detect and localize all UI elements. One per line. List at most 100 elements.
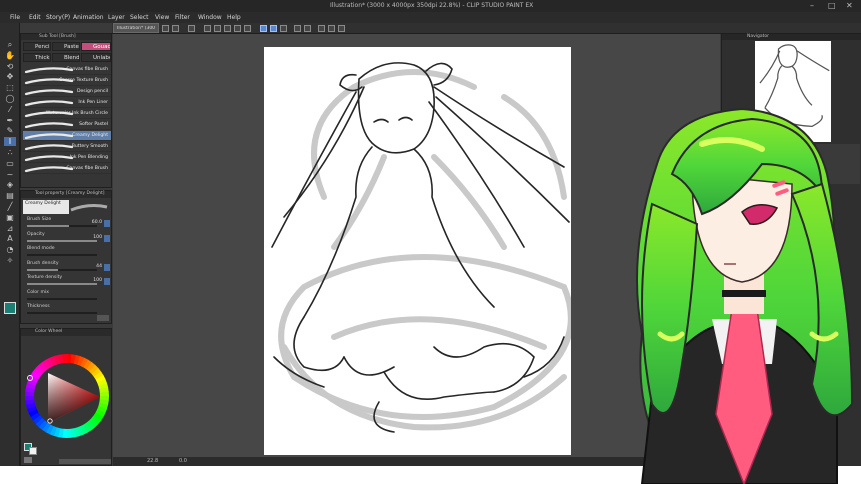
text-icon[interactable]: A	[4, 234, 16, 243]
crop-icon[interactable]	[234, 25, 241, 32]
sub-tool-panel: Sub Tool [Brush] Pencil Pastel Gouache T…	[20, 33, 112, 188]
tab-pastel[interactable]: Pastel	[52, 42, 80, 51]
correct-line-icon[interactable]: ✧	[4, 256, 16, 265]
brush-list-item[interactable]: Canvas fibe Brush	[23, 65, 111, 75]
invert-icon[interactable]	[224, 25, 231, 32]
brush-name-label: Coarse Texture Brush	[59, 78, 108, 83]
brush-list-item[interactable]: Ink Pen Liner	[23, 98, 111, 108]
gradient-icon[interactable]: ▤	[4, 191, 16, 200]
ruler-icon[interactable]: ⊿	[4, 224, 16, 233]
property-slider[interactable]	[27, 225, 97, 227]
brush-list-item[interactable]: Watercolor Ink Brush Circle	[23, 109, 111, 119]
brush-preview: Creamy Delight	[23, 200, 69, 214]
deselect-icon[interactable]	[214, 25, 221, 32]
menu-edit[interactable]: Edit	[29, 14, 41, 21]
property-settings-icon[interactable]	[97, 315, 109, 321]
property-row[interactable]: Opacity 100	[23, 232, 111, 245]
brush-icon[interactable]: ⅼ	[4, 137, 16, 147]
lasso-icon[interactable]: ◯	[4, 94, 16, 103]
property-toggle-icon[interactable]	[104, 263, 110, 271]
menu-select[interactable]: Select	[130, 14, 149, 21]
airbrush-icon[interactable]: ∴	[4, 148, 16, 157]
brush-name-label: Ink Pen Liner	[78, 100, 108, 105]
menu-view[interactable]: View	[155, 14, 169, 21]
hand-icon[interactable]: ✋	[4, 51, 16, 60]
menu-layer[interactable]: Layer	[108, 14, 125, 21]
frame-border-icon[interactable]	[338, 25, 345, 32]
tab-pencil[interactable]: Pencil	[23, 42, 51, 51]
symmetry-icon[interactable]	[318, 25, 325, 32]
snap-icon[interactable]	[270, 25, 277, 32]
brush-list-item[interactable]: Design pencil	[23, 87, 111, 97]
property-label: Brush Size	[27, 217, 52, 222]
close-button[interactable]: ✕	[846, 1, 853, 10]
figure-icon[interactable]: ╱	[4, 202, 16, 211]
pencil-icon[interactable]: ✎	[4, 126, 16, 135]
property-row[interactable]: Brush Size 60.0	[23, 217, 111, 230]
vtuber-avatar	[636, 107, 854, 484]
property-slider[interactable]	[27, 239, 97, 242]
rotate-icon[interactable]: ⟲	[4, 62, 16, 71]
sketch-drawing	[271, 62, 574, 433]
stabilization-icon[interactable]	[260, 25, 267, 32]
minimize-button[interactable]: –	[810, 1, 814, 10]
menu-help[interactable]: Help	[227, 14, 241, 21]
drawing-paper[interactable]	[264, 47, 574, 455]
property-slider[interactable]	[27, 297, 97, 300]
brush-list-item[interactable]: Buttery Smooth	[23, 142, 111, 152]
menu-animation[interactable]: Animation	[73, 14, 104, 21]
menu-window[interactable]: Window	[198, 14, 222, 21]
property-toggle-icon[interactable]	[104, 220, 110, 227]
property-slider[interactable]	[27, 283, 97, 285]
brush-list-item[interactable]: Softer Pastel	[23, 120, 111, 130]
property-row[interactable]: Brush density 44	[23, 261, 111, 274]
property-slider[interactable]	[27, 312, 97, 314]
brush-list-item[interactable]: Canvas fibe Brush	[23, 164, 111, 174]
maximize-button[interactable]: □	[828, 1, 836, 10]
window-title: Illustration* (3000 x 4000px 350dpi 22.8…	[330, 2, 534, 9]
undo-icon[interactable]	[162, 25, 169, 32]
menu-file[interactable]: File	[10, 14, 20, 21]
blend-icon[interactable]: ~	[4, 170, 16, 179]
property-toggle-icon[interactable]	[104, 278, 110, 285]
sub-color-swatch[interactable]	[29, 447, 37, 455]
property-slider[interactable]	[27, 268, 97, 271]
menu-filter[interactable]: Filter	[175, 14, 190, 21]
guide-icon[interactable]	[304, 25, 311, 32]
brush-stroke-icon	[24, 122, 74, 129]
brush-list-item[interactable]: Coarse Texture Brush	[23, 76, 111, 86]
tab-unlabeled[interactable]: Unlabeled	[81, 53, 111, 62]
frame-icon[interactable]: ▣	[4, 213, 16, 222]
sub-tool-panel-header: Sub Tool [Brush]	[21, 34, 111, 40]
brush-list-item[interactable]: Creamy Delight	[23, 131, 111, 141]
brush-list-item[interactable]: Ink Pen Blending	[23, 153, 111, 163]
tool-color-swatch[interactable]	[4, 302, 16, 314]
eraser-icon[interactable]: ▭	[4, 159, 16, 168]
ruler-snap-icon[interactable]	[280, 25, 287, 32]
property-toggle-icon[interactable]	[104, 234, 110, 242]
transform-icon[interactable]	[204, 25, 211, 32]
grid-icon[interactable]	[294, 25, 301, 32]
transparent-swatch[interactable]	[24, 457, 32, 463]
redo-icon[interactable]	[172, 25, 179, 32]
property-slider[interactable]	[27, 254, 97, 256]
tab-blend[interactable]: Blend	[52, 53, 80, 62]
canvas-tab[interactable]: Illustration* (3000 x 4000px 350dpi 22.8…	[113, 23, 159, 33]
select-icon[interactable]: ⬚	[4, 83, 16, 92]
color-wheel[interactable]	[22, 351, 112, 441]
tab-thick-paint[interactable]: Thick paint	[23, 53, 51, 62]
tab-gouache[interactable]: Gouache	[81, 42, 111, 51]
property-row[interactable]: Color mix	[23, 290, 111, 303]
clear-icon[interactable]	[188, 25, 195, 32]
fill-selection-icon[interactable]	[244, 25, 251, 32]
property-row[interactable]: Texture density 100	[23, 275, 111, 288]
eyedropper-icon[interactable]: ⁄	[4, 105, 16, 114]
tone-icon[interactable]	[328, 25, 335, 32]
move-icon[interactable]: ✥	[4, 72, 16, 81]
zoom-icon[interactable]: ⌕	[4, 40, 16, 49]
balloon-icon[interactable]: ◔	[4, 245, 16, 254]
property-row[interactable]: Blend mode	[23, 246, 111, 259]
pen-icon[interactable]: ✒	[4, 116, 16, 125]
menu-story[interactable]: Story(P)	[46, 14, 70, 21]
fill-icon[interactable]: ◈	[4, 180, 16, 189]
